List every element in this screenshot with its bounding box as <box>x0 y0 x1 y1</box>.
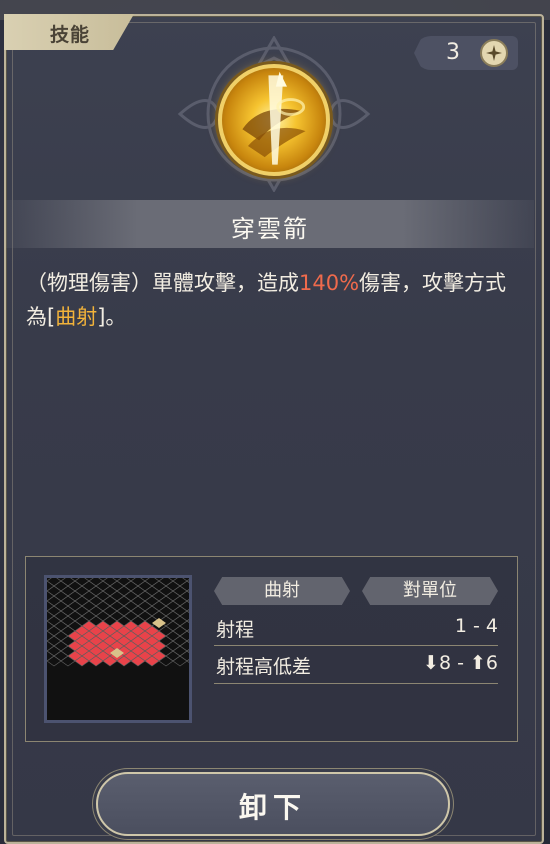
attack-type-tag: 曲射 <box>214 577 350 605</box>
divider <box>214 683 498 684</box>
unequip-button[interactable]: 卸下 <box>96 772 450 836</box>
range-label: 射程 <box>216 619 255 641</box>
tab-skill-label: 技能 <box>50 24 91 46</box>
range-value: 1 - 4 <box>454 615 498 637</box>
skill-name: 穿雲箭 <box>231 215 309 243</box>
skill-description: （物理傷害）單體攻擊，造成140%傷害，攻擊方式為[曲射]。 <box>26 266 524 334</box>
unequip-button-label: 卸下 <box>238 791 307 824</box>
target-type-tag: 對單位 <box>362 577 498 605</box>
range-grid-diagram <box>47 578 189 667</box>
desc-text: （物理傷害）單體攻擊，造成 <box>26 271 299 295</box>
damage-percent: 140% <box>299 271 360 295</box>
golden-arrow-skill-icon[interactable] <box>218 64 330 176</box>
skill-name-bar: 穿雲箭 <box>6 200 534 248</box>
height-diff-value: ⬇8 - ⬆6 <box>423 652 498 674</box>
attack-mode-link[interactable]: 曲射 <box>55 305 97 329</box>
cost-value: 3 <box>446 40 460 65</box>
range-grid <box>44 575 192 723</box>
height-diff-label: 射程高低差 <box>216 656 312 678</box>
desc-text-end: ]。 <box>97 305 127 329</box>
tab-skill[interactable]: 技能 <box>4 14 134 50</box>
divider <box>214 645 498 646</box>
star-token-icon <box>480 39 508 67</box>
